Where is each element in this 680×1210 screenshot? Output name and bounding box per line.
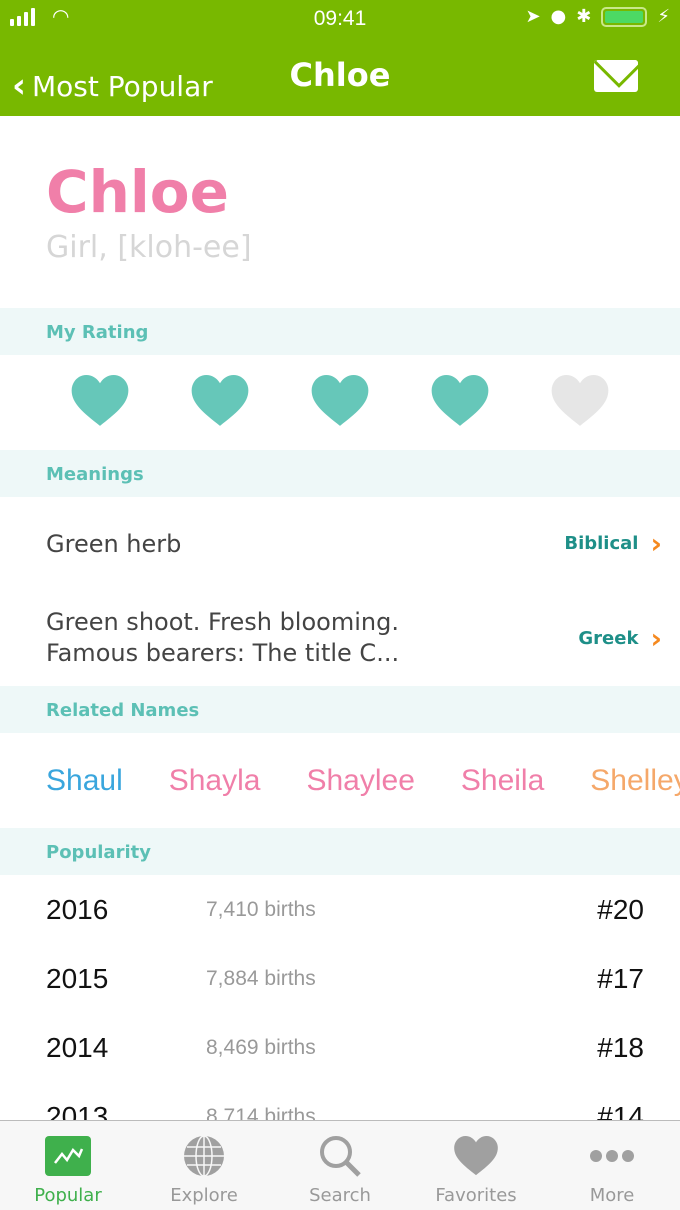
search-icon bbox=[317, 1135, 363, 1177]
year: 2015 bbox=[46, 962, 109, 994]
chevron-right-icon: › bbox=[650, 527, 662, 560]
tab-more[interactable]: More bbox=[544, 1121, 680, 1210]
header: ◠ 09:41 ➤ ● ✱ ⚡ ‹ Most Popular Chloe bbox=[0, 0, 680, 116]
name-title: Chloe bbox=[46, 158, 229, 226]
meaning-text: Green herb bbox=[46, 529, 182, 558]
year: 2016 bbox=[46, 893, 109, 925]
section-header-rating: My Rating bbox=[0, 308, 680, 355]
tab-label: Search bbox=[309, 1185, 371, 1206]
tab-label: Explore bbox=[170, 1185, 238, 1206]
origin-label: Greek bbox=[578, 627, 639, 649]
popularity-row: 2015 7,884 births #17 bbox=[0, 944, 680, 1013]
related-name[interactable]: Shayla bbox=[169, 764, 261, 798]
tab-explore[interactable]: Explore bbox=[136, 1121, 272, 1210]
charging-icon: ⚡ bbox=[657, 6, 670, 27]
related-names: Shaul Shayla Shaylee Sheila Shelley bbox=[0, 733, 680, 828]
related-name[interactable]: Shaul bbox=[46, 764, 123, 798]
rank: #17 bbox=[597, 962, 644, 994]
tab-bar: Popular Explore Search Favorites More bbox=[0, 1120, 680, 1210]
year: 2014 bbox=[46, 1031, 109, 1063]
origin-label: Biblical bbox=[564, 533, 639, 554]
heart-icon[interactable] bbox=[311, 374, 369, 431]
tab-label: Popular bbox=[34, 1185, 102, 1206]
heart-icon[interactable] bbox=[551, 374, 609, 431]
tab-search[interactable]: Search bbox=[272, 1121, 408, 1210]
status-bar: ◠ 09:41 ➤ ● ✱ ⚡ bbox=[0, 0, 680, 40]
meaning-row[interactable]: Green herb Biblical › bbox=[0, 497, 680, 590]
tab-label: Favorites bbox=[435, 1185, 517, 1206]
section-header-popularity: Popularity bbox=[0, 828, 680, 875]
meaning-row[interactable]: Green shoot. Fresh blooming. Famous beare… bbox=[0, 590, 680, 686]
location-icon: ➤ bbox=[525, 6, 541, 27]
related-name[interactable]: Shaylee bbox=[306, 764, 414, 798]
heart-icon bbox=[454, 1135, 498, 1177]
back-button[interactable]: ‹ Most Popular bbox=[12, 66, 213, 106]
births: 7,884 births bbox=[206, 966, 316, 990]
births: 8,469 births bbox=[206, 1035, 316, 1059]
alarm-icon: ● bbox=[550, 6, 567, 27]
more-icon bbox=[589, 1135, 635, 1177]
meaning-text-2: Famous bearers: The title C... bbox=[46, 639, 400, 667]
tab-label: More bbox=[589, 1185, 635, 1206]
tab-favorites[interactable]: Favorites bbox=[408, 1121, 544, 1210]
globe-icon bbox=[183, 1135, 225, 1177]
rating-hearts[interactable] bbox=[0, 355, 680, 450]
mail-icon[interactable] bbox=[594, 60, 638, 92]
popularity-row: 2016 7,410 births #20 bbox=[0, 875, 680, 944]
heart-icon[interactable] bbox=[71, 374, 129, 431]
related-name[interactable]: Sheila bbox=[461, 764, 544, 798]
section-header-meanings: Meanings bbox=[0, 450, 680, 497]
heart-icon[interactable] bbox=[191, 374, 249, 431]
related-name[interactable]: Shelley bbox=[590, 764, 680, 798]
bluetooth-icon: ✱ bbox=[576, 6, 592, 27]
births: 7,410 births bbox=[206, 897, 316, 921]
section-header-related: Related Names bbox=[0, 686, 680, 733]
chevron-left-icon: ‹ bbox=[12, 66, 27, 106]
chart-icon bbox=[45, 1135, 91, 1177]
name-subtitle: Girl, [kloh-ee] bbox=[46, 230, 252, 265]
rank: #20 bbox=[597, 893, 644, 925]
meaning-text: Green shoot. Fresh blooming. bbox=[46, 608, 399, 636]
battery-icon bbox=[601, 6, 648, 27]
heart-icon[interactable] bbox=[431, 374, 489, 431]
back-label: Most Popular bbox=[32, 69, 213, 103]
popularity-row: 2014 8,469 births #18 bbox=[0, 1013, 680, 1082]
chevron-right-icon: › bbox=[650, 621, 662, 655]
tab-popular[interactable]: Popular bbox=[0, 1121, 136, 1210]
rank: #18 bbox=[597, 1031, 644, 1063]
